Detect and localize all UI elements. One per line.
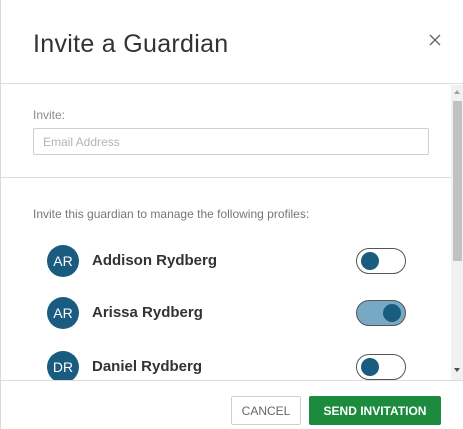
close-icon xyxy=(429,34,441,46)
profile-name: Daniel Rydberg xyxy=(92,358,203,375)
profile-row-arissa-rydberg: AR Arissa Rydberg xyxy=(47,297,409,331)
avatar: AR xyxy=(47,297,79,329)
avatar: DR xyxy=(47,351,79,380)
dialog-header: Invite a Guardian xyxy=(1,0,463,84)
profiles-label: Invite this guardian to manage the follo… xyxy=(33,207,310,221)
cancel-button[interactable]: CANCEL xyxy=(231,396,301,425)
profile-toggle-addison-rydberg[interactable] xyxy=(356,248,406,274)
profile-name: Arissa Rydberg xyxy=(92,304,203,321)
email-address-input[interactable] xyxy=(33,128,429,155)
profile-toggle-daniel-rydberg[interactable] xyxy=(356,354,406,380)
scroll-up-arrow-icon[interactable] xyxy=(454,90,460,94)
send-invitation-button[interactable]: SEND INVITATION xyxy=(309,396,441,425)
toggle-knob xyxy=(383,304,401,322)
dialog-body[interactable]: Invite: Invite this guardian to manage t… xyxy=(1,85,463,380)
vertical-scrollbar[interactable] xyxy=(451,85,463,380)
toggle-knob xyxy=(361,358,379,376)
profile-row-addison-rydberg: AR Addison Rydberg xyxy=(47,245,409,279)
profile-name: Addison Rydberg xyxy=(92,252,218,269)
profile-toggle-arissa-rydberg[interactable] xyxy=(356,300,406,326)
avatar: AR xyxy=(47,245,79,277)
dialog-footer: CANCEL SEND INVITATION xyxy=(1,380,463,429)
invite-label: Invite: xyxy=(33,108,66,122)
scroll-down-arrow-icon[interactable] xyxy=(454,368,460,372)
section-divider xyxy=(1,177,451,178)
invite-guardian-dialog: Invite a Guardian Invite: Invite this gu… xyxy=(0,0,463,429)
scroll-thumb[interactable] xyxy=(453,101,462,261)
dialog-title: Invite a Guardian xyxy=(33,30,229,58)
close-button[interactable] xyxy=(425,30,445,50)
profile-row-daniel-rydberg: DR Daniel Rydberg xyxy=(47,351,409,380)
toggle-knob xyxy=(361,252,379,270)
